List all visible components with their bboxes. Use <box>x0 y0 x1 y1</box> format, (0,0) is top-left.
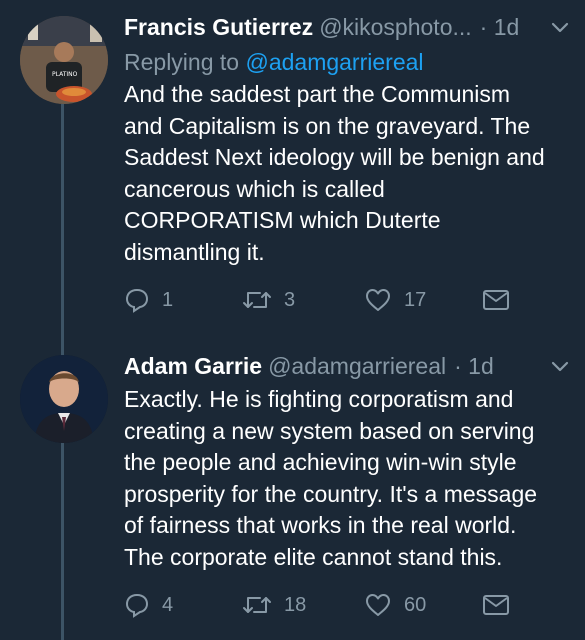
direct-message-button[interactable] <box>482 285 510 315</box>
timestamp[interactable]: · 1d <box>454 353 494 380</box>
chevron-down-icon[interactable] <box>549 355 571 377</box>
chevron-down-icon[interactable] <box>549 16 571 38</box>
tweet-text-line: of fairness that works in the real world… <box>124 512 517 539</box>
reply-button[interactable]: 4 <box>124 590 173 620</box>
heart-icon <box>366 289 390 311</box>
retweet-button[interactable]: 3 <box>242 285 295 315</box>
tweet-text-line: creating a new system based on serving <box>124 417 535 444</box>
tweet-text: And the saddest part the Communism and C… <box>124 79 574 269</box>
tweet-text-line: Saddest Next ideology will be benign and <box>124 144 545 171</box>
heart-icon <box>366 594 390 616</box>
tweet-text-line: prosperity for the country. It's a messa… <box>124 480 538 507</box>
like-count: 60 <box>404 593 427 616</box>
retweet-icon <box>243 597 271 613</box>
replying-to: Replying to @adamgarriereal <box>124 45 571 79</box>
display-name[interactable]: Adam Garrie <box>124 353 262 380</box>
user-handle[interactable]: @adamgarriereal <box>268 353 446 380</box>
tweet-adam-garrie[interactable]: Adam Garrie @adamgarriereal · 1d Exactly… <box>0 340 585 640</box>
display-name[interactable]: Francis Gutierrez <box>124 14 313 41</box>
retweet-count: 3 <box>284 288 296 311</box>
retweet-count: 18 <box>284 593 307 616</box>
retweet-icon <box>243 292 271 308</box>
svg-text:PLATINO: PLATINO <box>52 71 78 78</box>
reply-count: 1 <box>162 288 174 311</box>
direct-message-button[interactable] <box>482 590 510 620</box>
avatar[interactable] <box>20 355 108 443</box>
reply-icon <box>125 288 149 313</box>
tweet-text-line: dismantling it. <box>124 238 265 265</box>
timestamp[interactable]: · 1d <box>480 14 520 41</box>
tweet-text: Exactly. He is fighting corporatism and … <box>124 384 574 574</box>
avatar-photo-adam <box>20 355 108 443</box>
retweet-button[interactable]: 18 <box>242 590 306 620</box>
tweet-text-line: the people and achieving win-win style <box>124 449 517 476</box>
reply-button[interactable]: 1 <box>124 285 173 315</box>
reply-icon <box>125 593 149 618</box>
envelope-icon <box>483 290 509 310</box>
like-count: 17 <box>404 288 427 311</box>
tweet-actions: 1 3 17 <box>124 285 524 315</box>
like-button[interactable]: 17 <box>364 285 426 315</box>
tweet-text-line: Exactly. He is fighting corporatism and <box>124 386 514 412</box>
user-handle[interactable]: @kikosphoto... <box>319 14 471 41</box>
envelope-icon <box>483 595 509 615</box>
tweet-header: Adam Garrie @adamgarriereal · 1d <box>124 348 571 384</box>
replying-to-mention[interactable]: @adamgarriereal <box>245 49 423 75</box>
like-button[interactable]: 60 <box>364 590 426 620</box>
tweet-text-line: CORPORATISM which Duterte <box>124 207 441 234</box>
tweet-text-line: cancerous which is called <box>124 175 385 202</box>
tweet-content: Francis Gutierrez @kikosphoto... · 1d Re… <box>124 9 571 269</box>
tweet-text-line: and Capitalism is on the graveyard. The <box>124 112 531 139</box>
tweet-text-line: The corporate elite cannot stand this. <box>124 543 503 570</box>
tweet-text-line: And the saddest part the Communism <box>124 81 511 107</box>
tweet-francis-gutierrez[interactable]: PLATINO Francis Gutierrez @kikosphoto...… <box>0 0 585 340</box>
reply-count: 4 <box>162 593 174 616</box>
avatar[interactable]: PLATINO <box>20 16 108 104</box>
tweet-header: Francis Gutierrez @kikosphoto... · 1d <box>124 9 571 45</box>
tweet-actions: 4 18 60 <box>124 590 524 620</box>
replying-to-label: Replying to <box>124 49 240 75</box>
avatar-photo-francis: PLATINO <box>20 16 108 104</box>
tweet-content: Adam Garrie @adamgarriereal · 1d Exactly… <box>124 348 571 574</box>
